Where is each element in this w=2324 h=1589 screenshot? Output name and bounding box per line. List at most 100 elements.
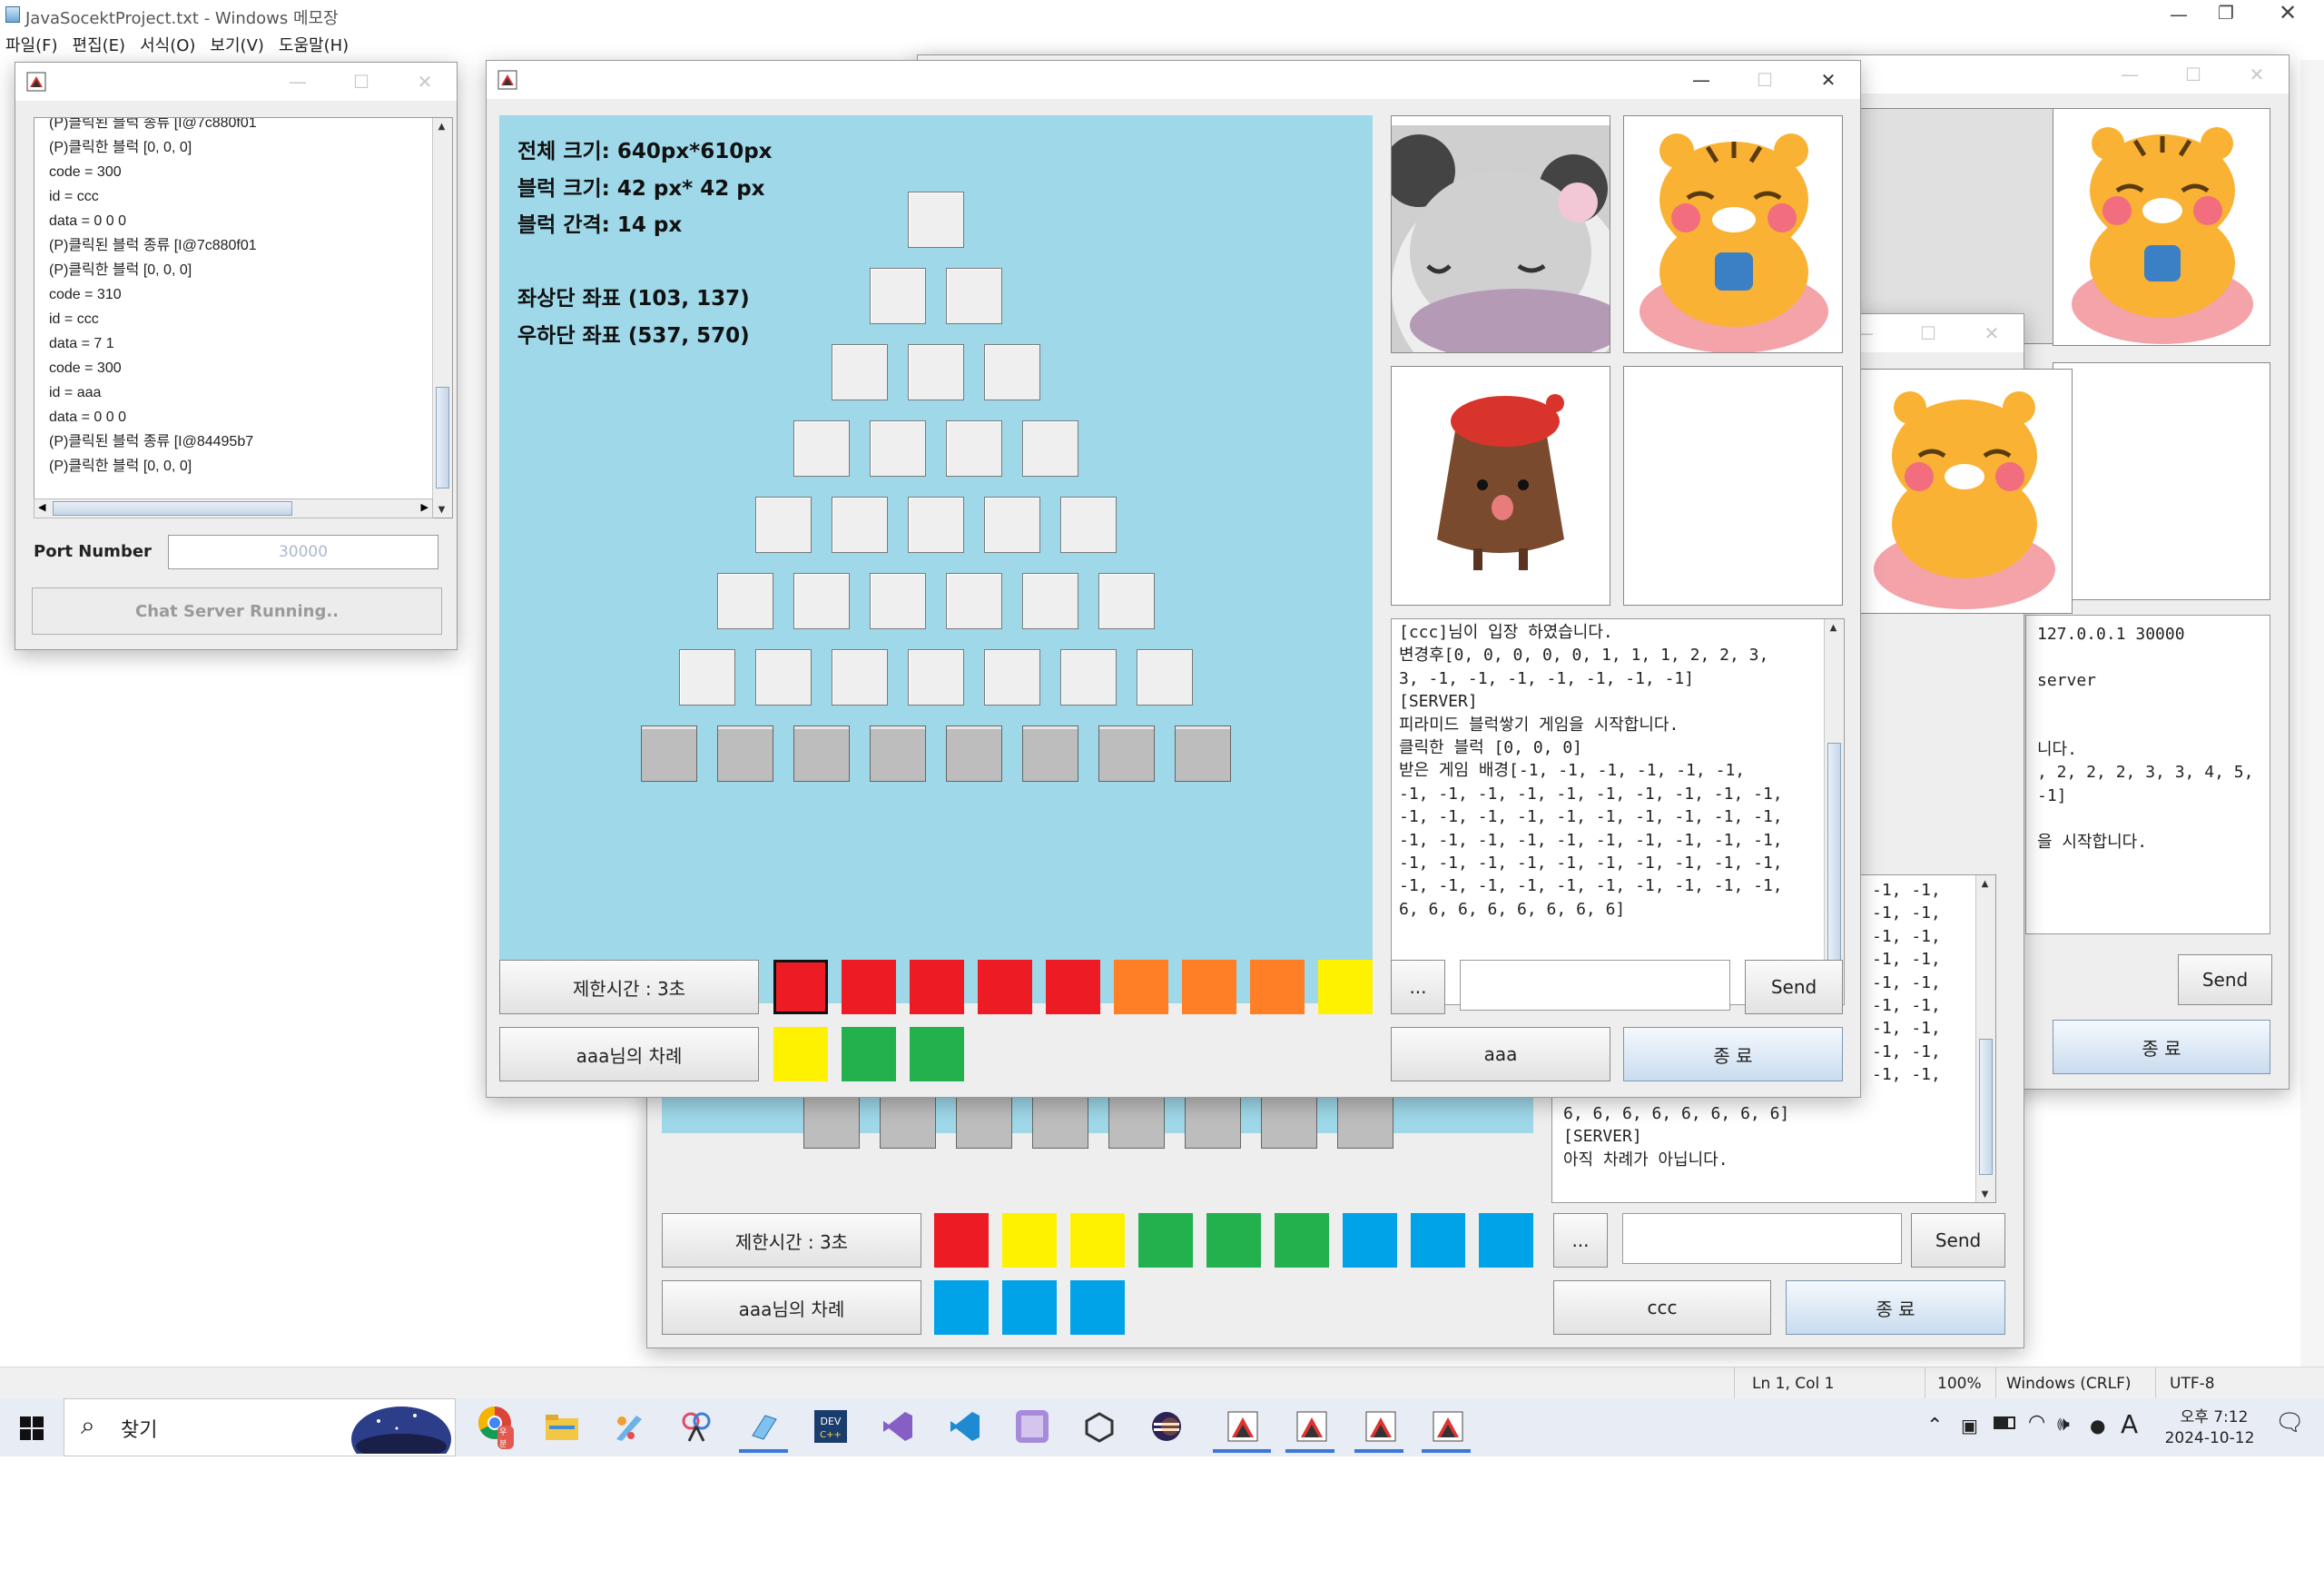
- pyramid-block[interactable]: [1108, 1092, 1165, 1149]
- pyramid-block[interactable]: [984, 649, 1040, 706]
- pyramid-block[interactable]: [984, 344, 1040, 400]
- pyramid-block[interactable]: [956, 1092, 1012, 1149]
- menu-format[interactable]: 서식(O): [140, 33, 195, 58]
- port-number-input[interactable]: 30000: [168, 535, 438, 569]
- menu-file[interactable]: 파일(F): [5, 33, 58, 58]
- pyramid-block[interactable]: [832, 497, 888, 553]
- pyramid-block[interactable]: [870, 420, 926, 477]
- color-block-swatch[interactable]: [773, 960, 828, 1014]
- eclipse-icon[interactable]: [1147, 1407, 1186, 1446]
- java-app-taskbar-icon-3[interactable]: [1354, 1407, 1403, 1453]
- pyramid-block[interactable]: [1022, 573, 1078, 629]
- client2-exit-button[interactable]: 종 료: [1786, 1280, 2005, 1335]
- color-block-swatch[interactable]: [1343, 1213, 1397, 1268]
- pyramid-block[interactable]: [1098, 725, 1155, 782]
- main-message-input[interactable]: [1460, 960, 1730, 1011]
- chevron-up-icon[interactable]: ⌃: [1926, 1415, 1943, 1437]
- main-send-button[interactable]: Send: [1745, 960, 1843, 1014]
- clock-time[interactable]: 오후 7:12: [2164, 1404, 2264, 1426]
- windows-start-icon[interactable]: [20, 1416, 44, 1440]
- pyramid-block[interactable]: [1261, 1092, 1317, 1149]
- pyramid-block[interactable]: [793, 573, 850, 629]
- scroll-thumb[interactable]: [1827, 743, 1841, 979]
- scroll-thumb[interactable]: [1979, 1039, 1993, 1175]
- maximize-icon[interactable]: ☐: [2162, 55, 2225, 94]
- close-icon[interactable]: ✕: [393, 63, 457, 101]
- pyramid-block[interactable]: [946, 573, 1002, 629]
- pyramid-block[interactable]: [870, 268, 926, 324]
- maximize-icon[interactable]: ☐: [1896, 314, 1960, 352]
- notepad-vertical-scrollbar[interactable]: [2300, 60, 2324, 1367]
- snip-icon[interactable]: [677, 1407, 715, 1446]
- color-block-swatch[interactable]: [1479, 1213, 1533, 1268]
- color-block-swatch[interactable]: [1002, 1280, 1057, 1335]
- scroll-thumb[interactable]: [436, 387, 449, 489]
- main-exit-button[interactable]: 종 료: [1623, 1027, 1843, 1081]
- pyramid-block[interactable]: [1060, 649, 1117, 706]
- chrome-icon[interactable]: 우분: [476, 1404, 514, 1449]
- java-app-taskbar-icon-4[interactable]: [1422, 1407, 1471, 1453]
- ime-indicator[interactable]: A: [2121, 1409, 2138, 1439]
- maximize-icon[interactable]: ☐: [1733, 61, 1797, 99]
- color-block-swatch[interactable]: [1070, 1280, 1125, 1335]
- server-log-area[interactable]: (P)클릭된 블럭 종류 [I@7c880f01 (P)클릭한 블럭 [0, 0,…: [34, 117, 453, 518]
- pyramid-block[interactable]: [755, 649, 812, 706]
- visual-studio-icon[interactable]: [879, 1407, 917, 1446]
- color-block-swatch[interactable]: [910, 960, 964, 1014]
- pyramid-block[interactable]: [870, 573, 926, 629]
- file-explorer-icon[interactable]: [543, 1407, 581, 1446]
- pyramid-block[interactable]: [755, 497, 812, 553]
- minimize-icon[interactable]: —: [266, 63, 330, 101]
- client2-more-button[interactable]: ...: [1553, 1213, 1608, 1268]
- pyramid-block[interactable]: [946, 420, 1002, 477]
- pyramid-block[interactable]: [946, 268, 1002, 324]
- pyramid-block[interactable]: [832, 649, 888, 706]
- close-icon[interactable]: ✕: [1797, 61, 1860, 99]
- pyramid-block[interactable]: [908, 649, 964, 706]
- taskbar-search-box[interactable]: ⌕ 찾기: [64, 1398, 456, 1456]
- pyramid-block[interactable]: [1022, 725, 1078, 782]
- pyramid-block[interactable]: [1022, 420, 1078, 477]
- pyramid-block[interactable]: [1337, 1092, 1393, 1149]
- pyramid-block[interactable]: [803, 1092, 860, 1149]
- pyramid-block[interactable]: [717, 573, 773, 629]
- notification-icon[interactable]: 🗨: [2275, 1409, 2305, 1436]
- chat-server-running-button[interactable]: Chat Server Running..: [32, 587, 442, 635]
- color-block-swatch[interactable]: [1046, 960, 1100, 1014]
- close-icon[interactable]: ✕: [2225, 55, 2289, 94]
- unity-icon[interactable]: [1080, 1407, 1118, 1446]
- main-chat-area[interactable]: [ccc]님이 입장 하였습니다. 변경후[0, 0, 0, 0, 0, 1, 1…: [1391, 618, 1845, 1005]
- pyramid-block[interactable]: [679, 649, 735, 706]
- close-icon[interactable]: ✕: [1960, 314, 2024, 352]
- pyramid-block[interactable]: [1137, 649, 1193, 706]
- pyramid-block[interactable]: [908, 497, 964, 553]
- color-block-swatch[interactable]: [1318, 960, 1373, 1014]
- notepad-taskbar-icon[interactable]: [739, 1407, 788, 1453]
- pyramid-block[interactable]: [984, 497, 1040, 553]
- color-block-swatch[interactable]: [1002, 1213, 1057, 1268]
- maximize-icon[interactable]: ☐: [330, 63, 393, 101]
- main-more-button[interactable]: ...: [1391, 960, 1445, 1014]
- color-block-swatch[interactable]: [773, 1027, 828, 1081]
- color-block-swatch[interactable]: [910, 1027, 964, 1081]
- color-block-swatch[interactable]: [1182, 960, 1236, 1014]
- color-block-swatch[interactable]: [1411, 1213, 1465, 1268]
- vscode-icon[interactable]: [946, 1407, 984, 1446]
- pyramid-block[interactable]: [946, 725, 1002, 782]
- pyramid-block[interactable]: [793, 725, 850, 782]
- pyramid-block[interactable]: [641, 725, 697, 782]
- client2-chat-vscroll[interactable]: ▲ ▼: [1975, 875, 1995, 1202]
- scroll-thumb[interactable]: [53, 501, 292, 516]
- pyramid-block[interactable]: [1060, 497, 1117, 553]
- maximize-icon[interactable]: ❐: [2208, 2, 2244, 24]
- usb-icon[interactable]: ▣: [1961, 1415, 1978, 1436]
- close-icon[interactable]: ✕: [2270, 0, 2306, 25]
- pyramid-block[interactable]: [908, 344, 964, 400]
- paint-icon[interactable]: [610, 1407, 648, 1446]
- java-app-taskbar-icon-2[interactable]: [1285, 1407, 1334, 1453]
- pyramid-block[interactable]: [717, 725, 773, 782]
- client2-user-button[interactable]: ccc: [1553, 1280, 1771, 1335]
- java-app-taskbar-icon-1[interactable]: [1213, 1407, 1271, 1453]
- color-block-swatch[interactable]: [1250, 960, 1305, 1014]
- minimize-icon[interactable]: —: [2098, 55, 2162, 94]
